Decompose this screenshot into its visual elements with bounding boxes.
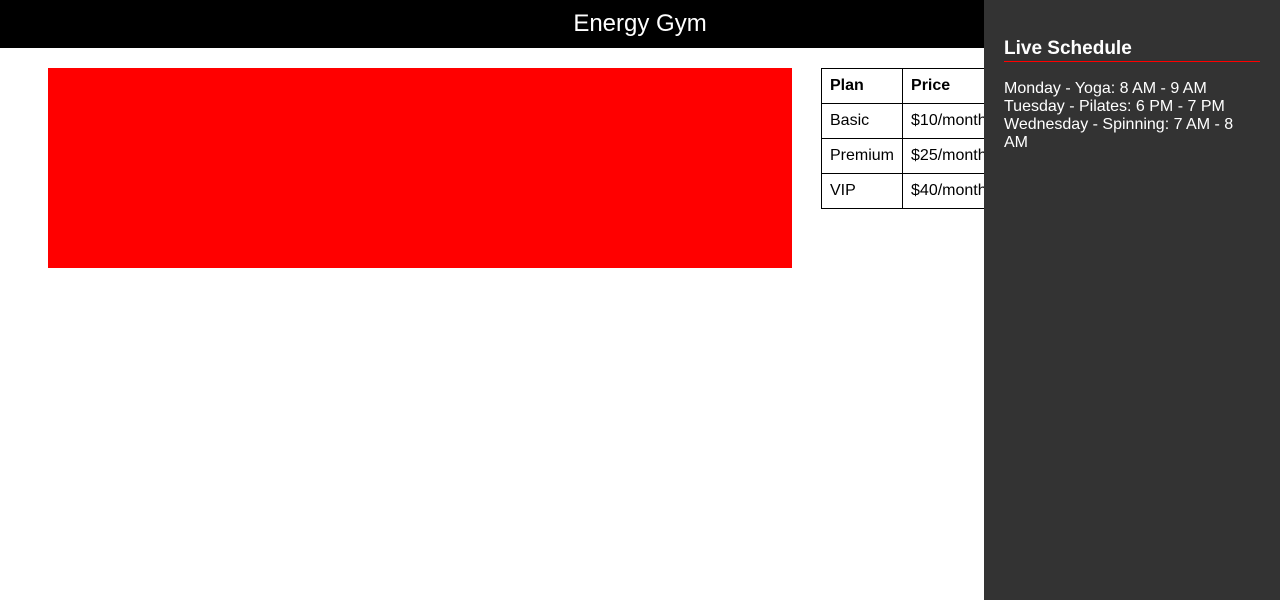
schedule-item: Monday - Yoga: 8 AM - 9 AM	[1004, 80, 1207, 97]
plan-name: VIP	[820, 173, 904, 209]
schedule-item: Wednesday - Spinning: 7 AM - 8 AM	[1004, 116, 1234, 151]
column-header-plan: Plan	[820, 68, 904, 104]
schedule-list: Monday - Yoga: 8 AM - 9 AM Tuesday - Pil…	[1004, 80, 1260, 152]
site-title: Energy Gym	[573, 10, 707, 37]
hero-banner	[48, 68, 792, 268]
sidebar-title: Live Schedule	[1004, 38, 1260, 62]
plan-name: Basic	[820, 103, 904, 139]
schedule-item: Tuesday - Pilates: 6 PM - 7 PM	[1004, 98, 1225, 115]
plan-name: Premium	[820, 138, 904, 174]
schedule-sidebar: Live Schedule Monday - Yoga: 8 AM - 9 AM…	[984, 0, 1280, 600]
